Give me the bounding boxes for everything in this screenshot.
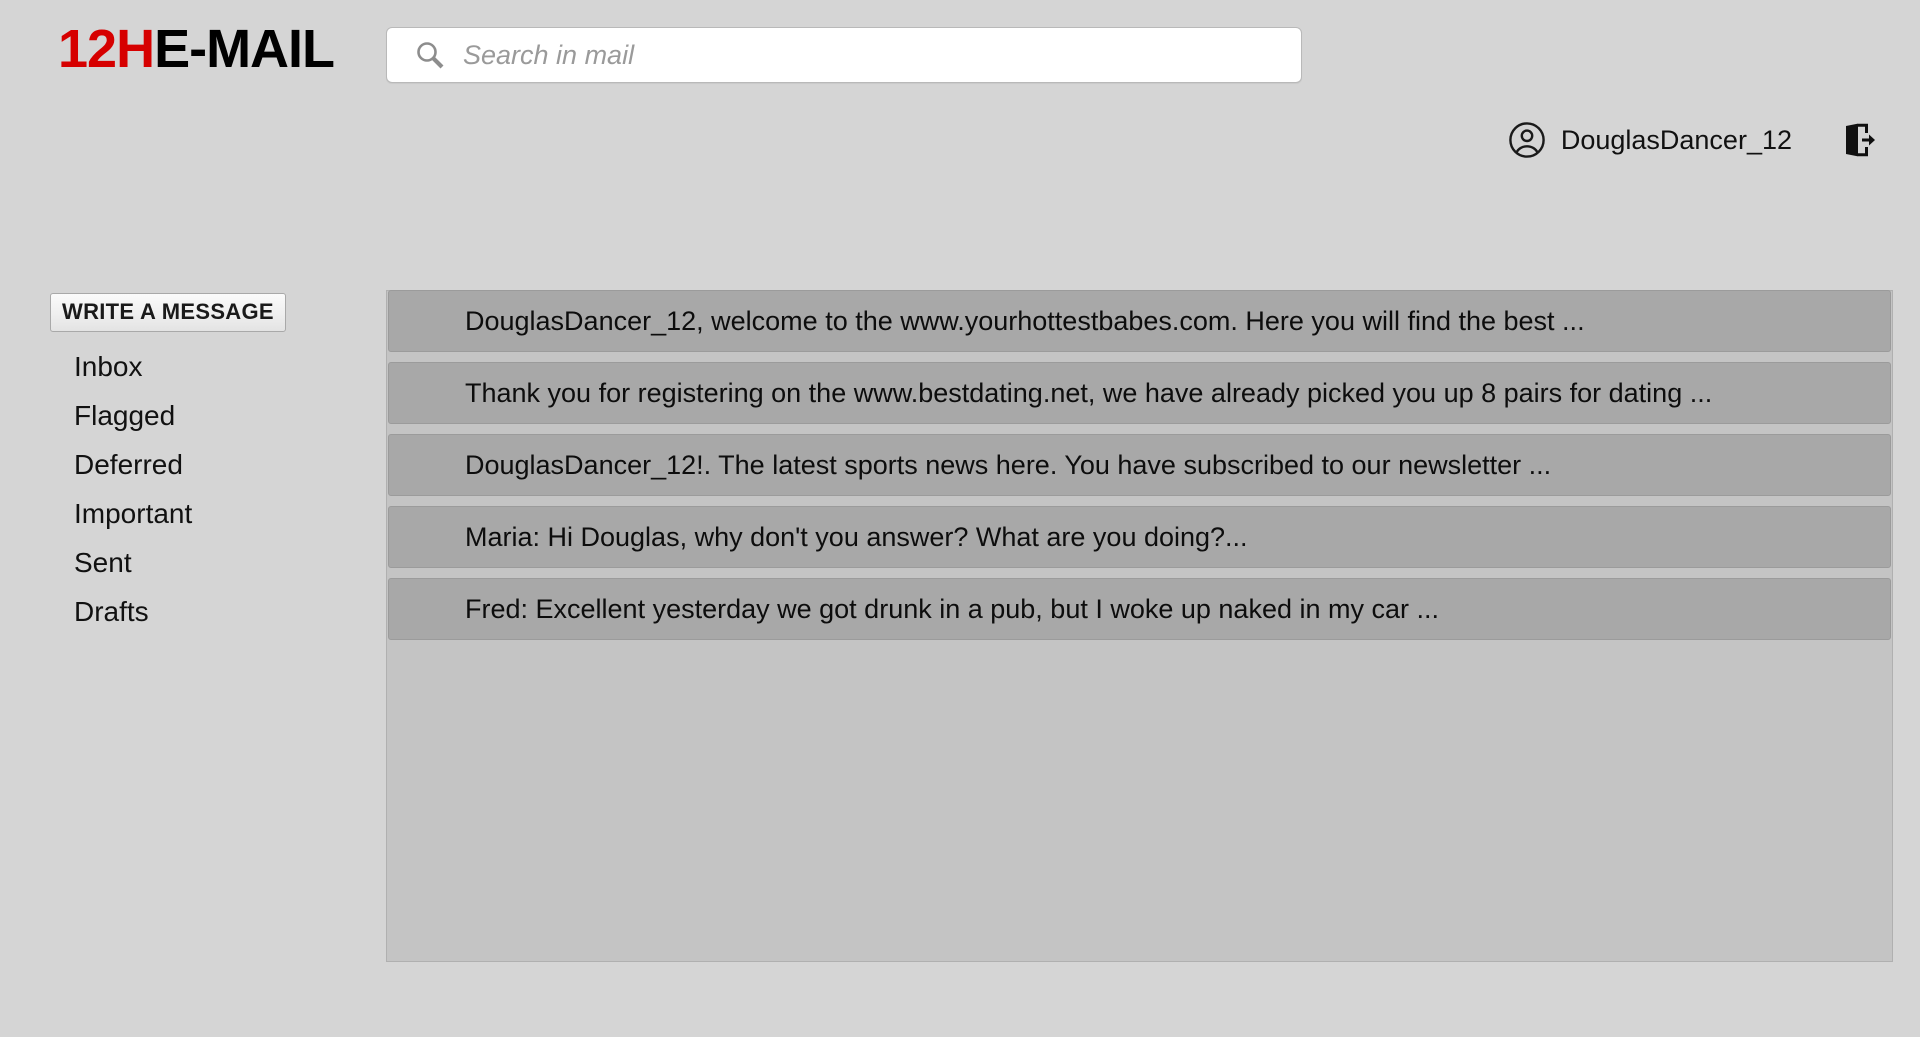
message-row[interactable]: Maria: Hi Douglas, why don't you answer?… [388,506,1891,568]
app-header: 12HE-MAIL DouglasDancer_12 [0,0,1920,158]
logo-text-black: E-MAIL [154,19,335,79]
sidebar-item-sent[interactable]: Sent [50,538,350,587]
folder-list: Inbox Flagged Deferred Important Sent Dr… [50,342,350,636]
logo-text-red: 12H [58,19,155,79]
message-subject: Thank you for registering on the www.bes… [465,378,1713,408]
account-username: DouglasDancer_12 [1560,125,1792,155]
search-icon [413,38,447,72]
message-row[interactable]: DouglasDancer_12!. The latest sports new… [388,434,1891,496]
sidebar-item-drafts[interactable]: Drafts [50,587,350,636]
message-subject: DouglasDancer_12!. The latest sports new… [465,450,1552,480]
sidebar-item-flagged[interactable]: Flagged [50,391,350,440]
message-row[interactable]: DouglasDancer_12, welcome to the www.you… [388,290,1891,352]
user-circle-icon[interactable] [1507,120,1547,160]
sidebar-item-important[interactable]: Important [50,489,350,538]
message-row[interactable]: Fred: Excellent yesterday we got drunk i… [388,578,1891,640]
message-subject: Fred: Excellent yesterday we got drunk i… [465,594,1440,624]
sidebar: WRITE A MESSAGE Inbox Flagged Deferred I… [50,293,350,636]
message-list: DouglasDancer_12, welcome to the www.you… [386,290,1893,962]
message-subject: Maria: Hi Douglas, why don't you answer?… [465,522,1248,552]
write-a-message-button[interactable]: WRITE A MESSAGE [50,293,286,332]
sidebar-item-inbox[interactable]: Inbox [50,342,350,391]
app-logo: 12HE-MAIL [58,18,335,80]
message-row[interactable]: Thank you for registering on the www.bes… [388,362,1891,424]
search-bar[interactable] [386,27,1302,83]
sidebar-item-deferred[interactable]: Deferred [50,440,350,489]
logout-icon[interactable] [1840,121,1878,159]
search-input[interactable] [461,35,1287,75]
account-bar: DouglasDancer_12 [1507,117,1878,163]
message-subject: DouglasDancer_12, welcome to the www.you… [465,306,1585,336]
